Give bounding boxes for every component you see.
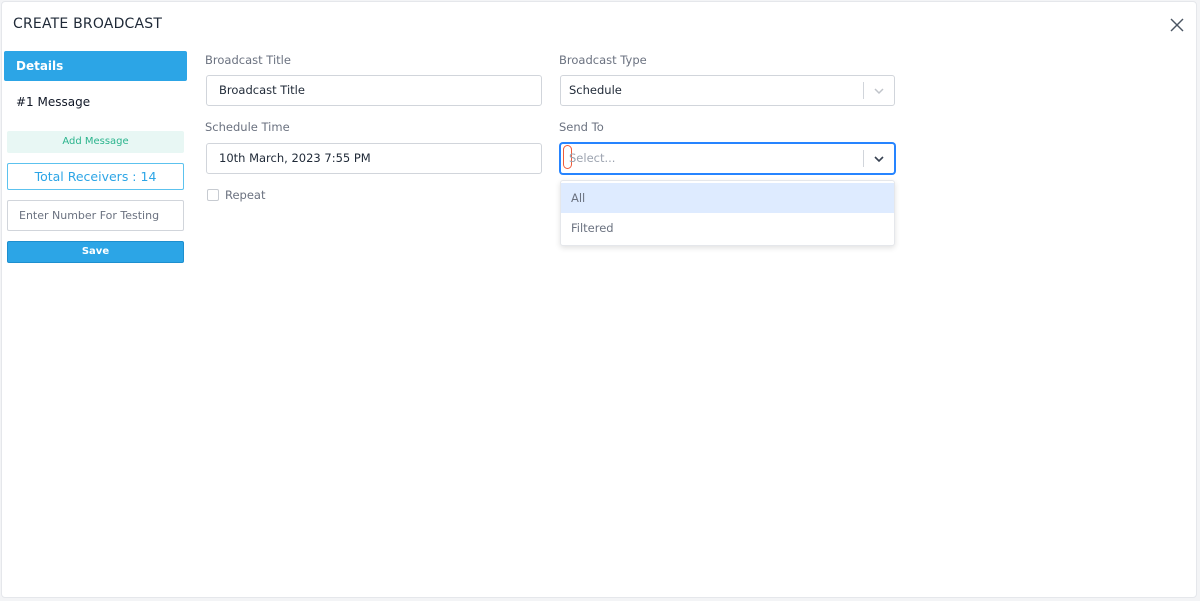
create-broadcast-modal: CREATE BROADCAST Details #1 Message Add … — [1, 1, 1197, 598]
repeat-label: Repeat — [225, 188, 266, 202]
close-icon — [1170, 18, 1184, 32]
send-to-label: Send To — [559, 120, 604, 134]
select-separator — [863, 150, 864, 167]
broadcast-title-input[interactable]: Broadcast Title — [206, 75, 542, 106]
total-receivers-badge: Total Receivers : 14 — [7, 163, 184, 190]
modal-title: CREATE BROADCAST — [13, 16, 163, 32]
save-button[interactable]: Save — [7, 241, 184, 263]
send-to-menu: All Filtered — [560, 180, 895, 246]
test-number-input[interactable] — [7, 200, 184, 231]
schedule-time-input[interactable]: 10th March, 2023 7:55 PM — [206, 143, 542, 174]
select-separator — [863, 82, 864, 99]
close-button[interactable] — [1166, 14, 1188, 36]
repeat-checkbox[interactable] — [207, 189, 219, 201]
send-to-select[interactable]: Select... — [560, 143, 895, 174]
schedule-time-label: Schedule Time — [205, 120, 290, 134]
broadcast-type-label: Broadcast Type — [559, 53, 647, 67]
chevron-down-icon — [874, 156, 884, 163]
broadcast-title-label: Broadcast Title — [205, 53, 291, 67]
send-to-option-filtered[interactable]: Filtered — [561, 213, 894, 243]
send-to-option-all[interactable]: All — [561, 183, 894, 213]
chevron-down-icon — [874, 88, 884, 95]
broadcast-type-value: Schedule — [569, 83, 622, 97]
sidebar-item-message-1[interactable]: #1 Message — [16, 95, 90, 109]
add-message-button[interactable]: Add Message — [7, 131, 184, 153]
broadcast-type-select[interactable]: Schedule — [560, 75, 895, 106]
send-to-placeholder: Select... — [569, 151, 616, 165]
sidebar-item-details[interactable]: Details — [4, 51, 187, 81]
